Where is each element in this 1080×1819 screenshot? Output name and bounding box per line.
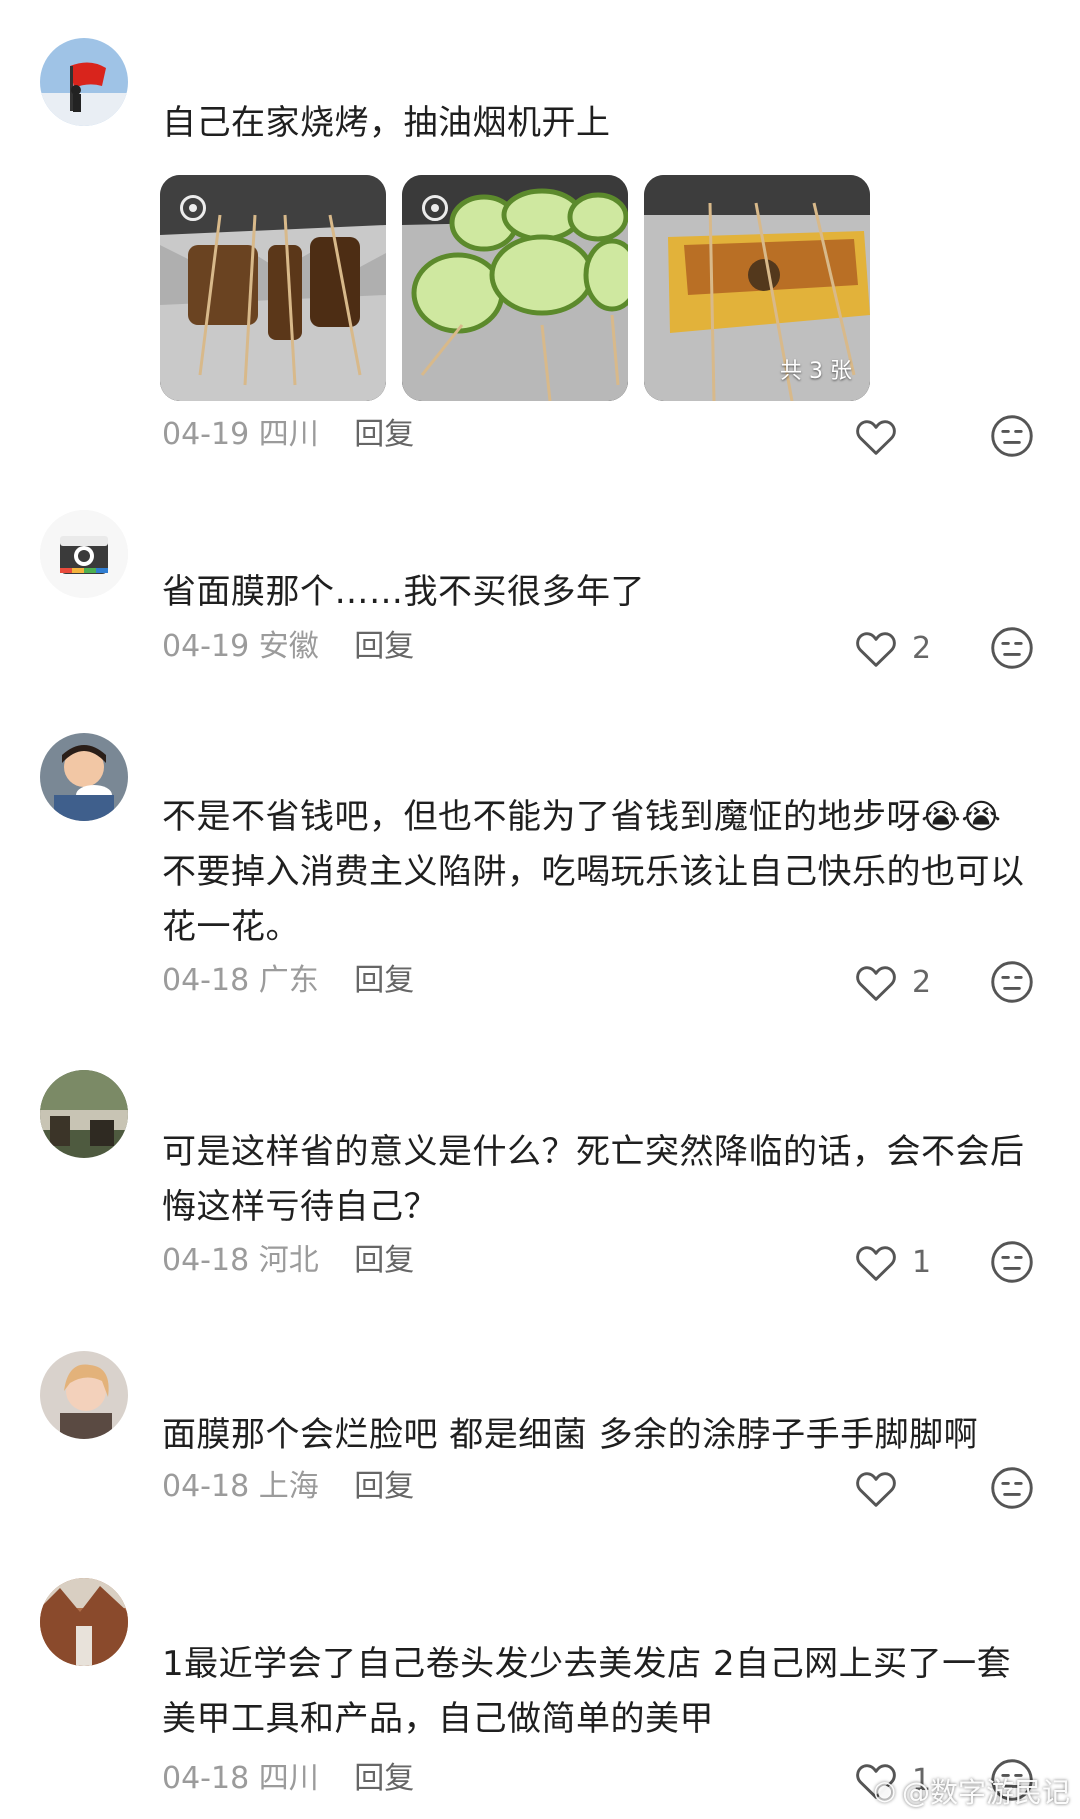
reply-button[interactable]: 回复 <box>354 1469 414 1504</box>
reply-button[interactable]: 回复 <box>354 963 414 998</box>
reply-button[interactable]: 回复 <box>354 629 414 664</box>
avatar[interactable] <box>40 38 128 126</box>
weibo-logo-icon: ◉ <box>873 1776 896 1806</box>
neutral-face-icon[interactable] <box>990 960 1034 1004</box>
comment-meta: 04-18 广东 回复 <box>162 961 414 1001</box>
heart-outline-icon <box>856 1472 896 1507</box>
bbq-meat-photo[interactable] <box>160 175 386 401</box>
comment-text: 省面膜那个……我不买很多年了 <box>162 572 645 612</box>
like-count: 2 <box>912 630 932 666</box>
comment-meta: 04-18 四川 回复 <box>162 1759 414 1799</box>
heart-outline-icon <box>856 420 896 455</box>
comment-text: 可是这样省的意义是什么？死亡突然降临的话，会不会后悔这样亏待自己？ <box>162 1132 1025 1227</box>
like-count: 2 <box>912 964 932 1000</box>
live-photo-icon <box>422 195 448 221</box>
comment-text: 面膜那个会烂脸吧 都是细菌 多余的涂脖子手手脚脚啊 <box>162 1415 979 1455</box>
comment-text: 自己在家烧烤，抽油烟机开上 <box>162 103 611 143</box>
comment-text: 1最近学会了自己卷头发少去美发店 2自己网上买了一套美甲工具和产品，自己做简单的… <box>162 1644 1012 1739</box>
bbq-cucumber-photo[interactable] <box>402 175 628 401</box>
comment-meta: 04-18 河北 回复 <box>162 1241 414 1281</box>
comment-date: 04-19 <box>162 417 250 452</box>
comment-text: 不是不省钱吧，但也不能为了省钱到魔怔的地步呀😭😭 不要掉入消费主义陷阱，吃喝玩乐… <box>162 790 1042 955</box>
comment-meta: 04-18 上海 回复 <box>162 1467 414 1507</box>
avatar[interactable] <box>40 1070 128 1158</box>
image-count-badge: 共 3 张 <box>780 359 852 384</box>
like-button[interactable]: 2 <box>854 626 931 670</box>
like-button[interactable]: 2 <box>854 960 931 1004</box>
avatar[interactable] <box>40 510 128 598</box>
comment-location: 河北 <box>258 1243 319 1278</box>
comment-date: 04-18 <box>162 1469 250 1504</box>
comment-date: 04-18 <box>162 1243 250 1278</box>
neutral-face-icon[interactable] <box>990 1240 1034 1284</box>
like-button[interactable]: 1 <box>854 1240 931 1284</box>
comment-location: 广东 <box>258 963 319 998</box>
avatar[interactable] <box>40 1578 128 1666</box>
avatar[interactable] <box>40 1351 128 1439</box>
comment-date: 04-18 <box>162 1761 250 1796</box>
neutral-face-icon[interactable] <box>990 626 1034 670</box>
bbq-tofu-photo[interactable]: 共 3 张 <box>644 175 870 401</box>
comment-meta: 04-19 四川 回复 <box>162 415 414 455</box>
watermark-text: @数字游民记 <box>901 1776 1070 1809</box>
comment-location: 四川 <box>258 1761 319 1796</box>
reply-button[interactable]: 回复 <box>354 417 414 452</box>
comment-meta: 04-19 安徽 回复 <box>162 627 414 667</box>
comment-location: 四川 <box>258 417 319 452</box>
heart-outline-icon <box>856 966 896 1001</box>
heart-outline-icon <box>856 1246 896 1281</box>
avatar[interactable] <box>40 733 128 821</box>
reply-button[interactable]: 回复 <box>354 1761 414 1796</box>
comment-text-line: 不是不省钱吧，但也不能为了省钱到魔怔的地步呀😭😭 不要掉入消费主义陷阱，吃喝玩乐… <box>162 797 1025 947</box>
comment-date: 04-18 <box>162 963 250 998</box>
comment-location: 安徽 <box>258 629 319 664</box>
comment-location: 上海 <box>258 1469 319 1504</box>
live-photo-icon <box>180 195 206 221</box>
like-button[interactable] <box>854 414 912 458</box>
comment-date: 04-19 <box>162 629 250 664</box>
reply-button[interactable]: 回复 <box>354 1243 414 1278</box>
weibo-watermark: ◉ @数字游民记 <box>873 1771 1070 1811</box>
neutral-face-icon[interactable] <box>990 414 1034 458</box>
neutral-face-icon[interactable] <box>990 1466 1034 1510</box>
heart-outline-icon <box>856 632 896 667</box>
like-count: 1 <box>912 1244 932 1280</box>
like-button[interactable] <box>854 1466 912 1510</box>
image-gallery: 共 3 张 <box>160 175 870 401</box>
